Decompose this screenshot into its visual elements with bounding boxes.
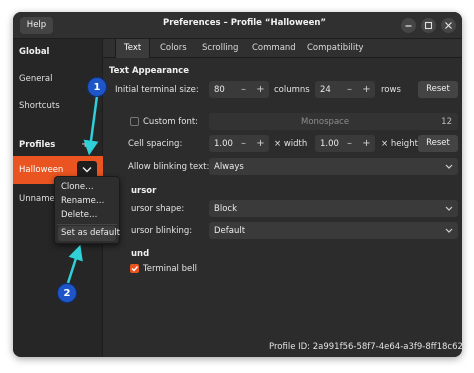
annotation-badge-2: 2 [57, 283, 77, 303]
annotation-badge-1: 1 [87, 77, 107, 97]
annotation-arrow-1 [83, 95, 99, 156]
annotation-arrows [66, 95, 99, 284]
annotation-arrow-2 [66, 244, 83, 284]
